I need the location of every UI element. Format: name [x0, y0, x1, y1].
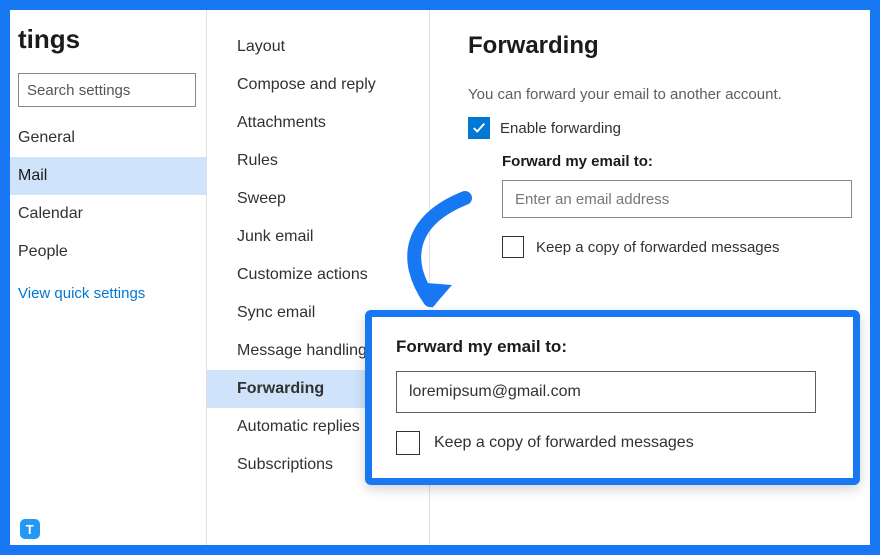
subnav-customize-actions[interactable]: Customize actions — [207, 256, 429, 294]
subnav-compose-reply[interactable]: Compose and reply — [207, 66, 429, 104]
keep-copy-label: Keep a copy of forwarded messages — [536, 239, 779, 256]
logo-t-icon: T — [20, 519, 40, 539]
checkmark-icon — [472, 121, 486, 135]
search-placeholder-text: Search settings — [27, 82, 130, 99]
nav-item-calendar[interactable]: Calendar — [10, 195, 206, 233]
subnav-sweep[interactable]: Sweep — [207, 180, 429, 218]
callout-forward-to-label: Forward my email to: — [396, 337, 829, 357]
subnav-attachments[interactable]: Attachments — [207, 104, 429, 142]
subnav-junk-email[interactable]: Junk email — [207, 218, 429, 256]
subnav-rules[interactable]: Rules — [207, 142, 429, 180]
page-description: You can forward your email to another ac… — [468, 86, 840, 103]
callout-email-value: loremipsum@gmail.com — [409, 383, 581, 401]
search-settings-input[interactable]: Search settings — [18, 73, 196, 107]
callout-keep-copy-checkbox[interactable] — [396, 431, 420, 455]
settings-sidebar: tings Search settings General Mail Calen… — [10, 10, 207, 545]
forward-email-input[interactable]: Enter an email address — [502, 180, 852, 218]
view-quick-settings-link[interactable]: View quick settings — [10, 271, 206, 302]
forward-to-label: Forward my email to: — [502, 153, 840, 170]
logo-brand-1: TEMPLATE — [46, 521, 124, 537]
settings-panel: tings Search settings General Mail Calen… — [10, 10, 870, 545]
enable-forwarding-label: Enable forwarding — [500, 120, 621, 137]
callout-email-input[interactable]: loremipsum@gmail.com — [396, 371, 816, 413]
forward-callout: Forward my email to: loremipsum@gmail.co… — [365, 310, 860, 485]
settings-title: tings — [10, 10, 206, 69]
enable-forwarding-row: Enable forwarding — [468, 117, 840, 139]
page-heading: Forwarding — [468, 32, 840, 60]
forward-email-placeholder: Enter an email address — [515, 191, 669, 208]
nav-item-general[interactable]: General — [10, 119, 206, 157]
nav-item-mail[interactable]: Mail — [10, 157, 206, 195]
callout-keep-copy-row: Keep a copy of forwarded messages — [396, 431, 829, 455]
callout-keep-copy-label: Keep a copy of forwarded messages — [434, 434, 694, 452]
subnav-layout[interactable]: Layout — [207, 28, 429, 66]
keep-copy-row: Keep a copy of forwarded messages — [502, 236, 840, 258]
template-net-logo: T TEMPLATE .NET — [20, 519, 164, 539]
logo-brand-2: .NET — [130, 521, 164, 537]
enable-forwarding-checkbox[interactable] — [468, 117, 490, 139]
nav-item-people[interactable]: People — [10, 233, 206, 271]
keep-copy-checkbox[interactable] — [502, 236, 524, 258]
